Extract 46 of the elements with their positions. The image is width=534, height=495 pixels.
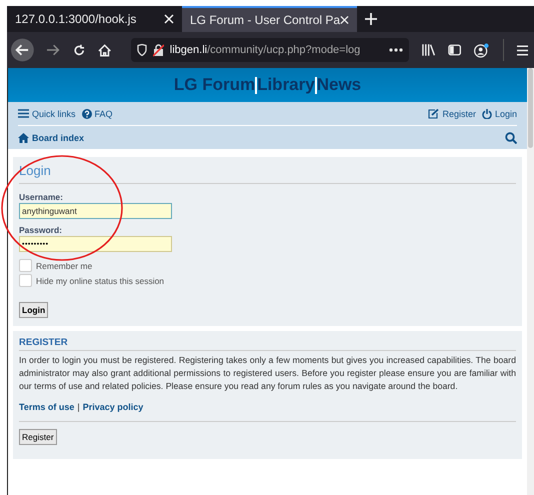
title-divider [314, 76, 317, 94]
home-icon [18, 132, 29, 142]
checkbox-label: Hide my online status this session [36, 276, 164, 286]
register-link[interactable]: Register [428, 108, 476, 118]
username-label: Username: [19, 192, 64, 202]
menu-icon [18, 109, 29, 118]
register-button[interactable]: Register [19, 429, 57, 445]
browser-tab[interactable]: 127.0.0.1:3000/hook.js [7, 6, 182, 32]
login-heading: Login [19, 163, 516, 184]
power-icon [482, 108, 492, 118]
register-description: In order to login you must be registered. Registering takes only a few moments but gives you increased capabilities. The board administrator may also grant additional permissions to registered users. Before you register please ensure you are familiar with our terms of use and related policies. Please ensure you read any forum rules as you navigate around the board. [19, 354, 516, 393]
library-icon[interactable] [422, 44, 436, 56]
insecure-lock-icon [152, 44, 164, 56]
link-separator: | [77, 402, 80, 412]
url-text: libgen.li/community/ucp.php?mode=log [170, 44, 362, 56]
close-icon[interactable] [340, 15, 349, 25]
more-icon[interactable] [388, 48, 403, 52]
new-tab-icon[interactable] [365, 13, 377, 25]
help-icon [82, 108, 92, 118]
checkbox[interactable] [19, 274, 32, 287]
register-heading: REGISTER [19, 337, 516, 351]
edit-icon [428, 108, 440, 118]
username-field[interactable]: anythinguwant [19, 203, 172, 219]
back-icon[interactable] [11, 38, 34, 62]
password-label: Password: [19, 225, 63, 235]
close-icon[interactable] [164, 14, 174, 24]
board-index-link[interactable]: Board index [18, 132, 84, 142]
search-icon[interactable] [505, 132, 517, 144]
home-icon[interactable] [98, 44, 112, 56]
shield-icon [136, 44, 147, 56]
login-link[interactable]: Login [482, 108, 517, 118]
checkbox-label: Remember me [36, 260, 92, 270]
login-button[interactable]: Login [19, 302, 48, 318]
sidebar-icon[interactable] [448, 44, 462, 56]
menu-icon[interactable] [516, 44, 528, 56]
faq-link[interactable]: FAQ [82, 108, 113, 118]
account-icon[interactable] [474, 42, 490, 58]
quick-links-link[interactable]: Quick links [18, 108, 76, 118]
checkbox[interactable] [19, 259, 32, 272]
privacy-policy-link[interactable]: Privacy policy [82, 402, 144, 412]
browser-tab[interactable]: LG Forum - User Control Pa [182, 6, 357, 32]
address-bar[interactable]: libgen.li/community/ucp.php?mode=log [130, 38, 409, 62]
terms-of-use-link[interactable]: Terms of use [19, 402, 74, 412]
title-divider [255, 76, 258, 94]
reload-icon[interactable] [73, 44, 86, 56]
forward-icon[interactable] [46, 44, 60, 56]
